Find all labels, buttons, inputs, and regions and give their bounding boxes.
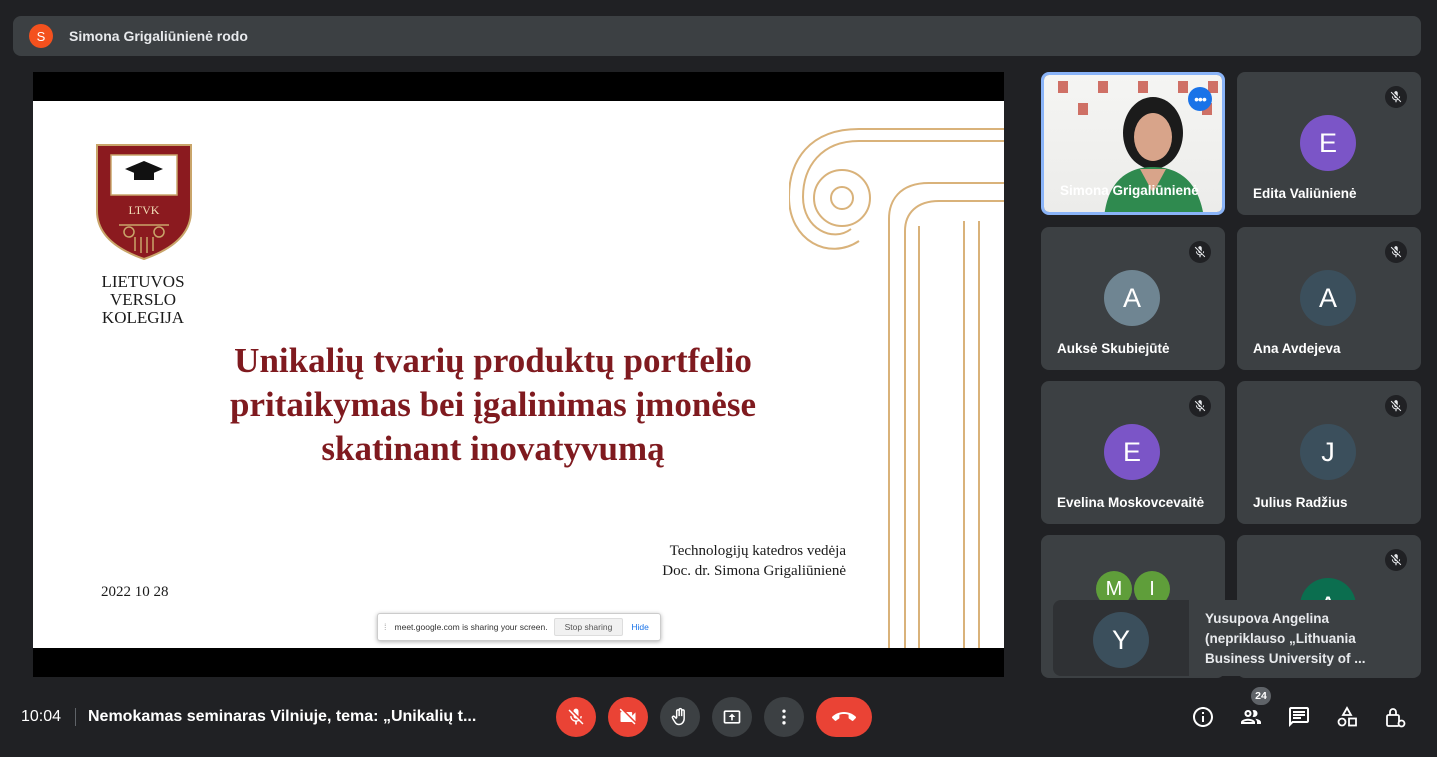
more-options-button[interactable]	[764, 697, 804, 737]
ltvk-logo: LTVK	[96, 144, 192, 261]
participant-avatar: J	[1300, 424, 1356, 480]
participant-overflow-card[interactable]: Y Yusupova Angelina (nepriklauso „Lithua…	[1053, 600, 1414, 676]
camera-toggle-button[interactable]	[608, 697, 648, 737]
participant-name: Julius Radžius	[1253, 495, 1348, 510]
participant-name: Simona Grigaliūnienė	[1060, 183, 1199, 198]
hand-icon	[671, 707, 685, 726]
presentation-slide: LTVK LIETUVOS VERSLO KOLEGIJA Unikalių t…	[33, 101, 1004, 648]
presenter-avatar: S	[29, 24, 53, 48]
participant-tile[interactable]: A Auksė Skubiejūtė	[1041, 227, 1225, 370]
present-icon	[723, 710, 741, 724]
mic-off-icon	[1385, 549, 1407, 571]
stop-sharing-button[interactable]: Stop sharing	[553, 618, 624, 636]
participant-tile[interactable]: E Edita Valiūnienė	[1237, 72, 1421, 215]
present-screen-button[interactable]	[712, 697, 752, 737]
mic-off-icon	[1189, 395, 1211, 417]
presenting-label: Simona Grigaliūnienė rodo	[69, 28, 248, 44]
slide-date: 2022 10 28	[101, 584, 169, 600]
screen-share-notice: ⁞ meet.google.com is sharing your screen…	[377, 613, 661, 641]
participant-name: Yusupova Angelina (nepriklauso „Lithuani…	[1205, 611, 1366, 666]
participant-name: Auksė Skubiejūtė	[1057, 341, 1170, 356]
hide-link[interactable]: Hide	[631, 622, 648, 632]
mic-off-icon	[568, 708, 584, 725]
raise-hand-button[interactable]	[660, 697, 700, 737]
slide-author: Technologijų katedros vedėja Doc. dr. Si…	[662, 543, 846, 579]
participant-avatar: A	[1300, 270, 1356, 326]
activities-button[interactable]	[1332, 702, 1362, 732]
info-icon	[1193, 707, 1213, 727]
slide-title: Unikalių tvarių produktų portfelio prita…	[230, 341, 756, 468]
presenting-banner: S Simona Grigaliūnienė rodo	[13, 16, 1421, 56]
shared-screen: LTVK LIETUVOS VERSLO KOLEGIJA Unikalių t…	[33, 72, 1004, 677]
mic-off-icon	[1385, 395, 1407, 417]
hangup-icon	[832, 712, 856, 721]
share-message: meet.google.com is sharing your screen.	[394, 622, 548, 632]
leave-call-button[interactable]	[816, 697, 872, 737]
participant-name: Evelina Moskovcevaitė	[1057, 495, 1205, 510]
mic-off-icon	[1385, 86, 1407, 108]
more-vert-icon	[782, 709, 786, 725]
chat-icon	[1289, 707, 1309, 727]
participant-avatar: E	[1104, 424, 1160, 480]
meeting-details-button[interactable]	[1188, 702, 1218, 732]
bottom-control-bar: 10:04 Nemokamas seminaras Vilniuje, tema…	[0, 687, 1437, 744]
mic-off-icon	[1189, 241, 1211, 263]
meeting-title: Nemokamas seminaras Vilniuje, tema: „Uni…	[88, 708, 477, 725]
participant-count-badge: 24	[1251, 687, 1271, 705]
divider	[75, 708, 76, 726]
logo-college-name: LIETUVOS VERSLO KOLEGIJA	[101, 272, 185, 327]
participant-name: Edita Valiūnienė	[1253, 186, 1357, 201]
participant-tile[interactable]: A Ana Avdejeva	[1237, 227, 1421, 370]
participant-avatar: E	[1300, 115, 1356, 171]
host-controls-button[interactable]	[1380, 702, 1410, 732]
drag-handle-icon[interactable]: ⁞	[384, 622, 387, 632]
svg-text:LTVK: LTVK	[129, 203, 160, 217]
people-button[interactable]	[1236, 702, 1266, 732]
participant-name: Ana Avdejeva	[1253, 341, 1341, 356]
chat-button[interactable]	[1284, 702, 1314, 732]
mic-off-icon	[1385, 241, 1407, 263]
more-options-icon[interactable]: •••	[1188, 87, 1212, 111]
camera-off-icon	[619, 708, 636, 725]
meeting-clock: 10:04	[21, 708, 62, 725]
mic-toggle-button[interactable]	[556, 697, 596, 737]
participant-avatar: A	[1104, 270, 1160, 326]
shapes-icon	[1337, 706, 1357, 727]
participant-avatar: Y	[1093, 612, 1149, 668]
participant-tile-self-video[interactable]: ••• Simona Grigaliūnienė	[1041, 72, 1225, 215]
people-icon	[1241, 710, 1261, 724]
participant-tile[interactable]: J Julius Radžius	[1237, 381, 1421, 524]
participant-tile[interactable]: E Evelina Moskovcevaitė	[1041, 381, 1225, 524]
lock-person-icon	[1386, 708, 1406, 728]
